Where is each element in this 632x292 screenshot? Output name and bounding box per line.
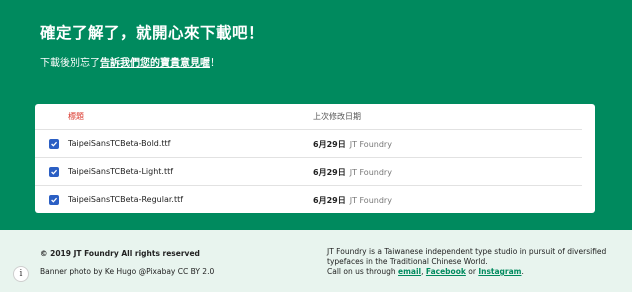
feedback-prompt-prefix: 下載後別忘了 [40, 58, 100, 69]
file-name[interactable]: TaipeiSansTCBeta-Bold.ttf [68, 139, 171, 148]
file-name[interactable]: TaipeiSansTCBeta-Regular.ttf [68, 195, 183, 204]
file-name[interactable]: TaipeiSansTCBeta-Light.ttf [68, 167, 173, 176]
contact-separator: or [465, 267, 479, 276]
banner-credit: Banner photo by Ke Hugo @Pixabay CC BY 2… [40, 267, 215, 276]
contact-suffix: . [521, 267, 524, 276]
file-row[interactable]: TaipeiSansTCBeta-Bold.ttf 6月29日 JT Foundr… [35, 130, 582, 158]
modified-date: 6月29日 [313, 196, 346, 205]
copyright-text: © 2019 JT Foundry All rights reserved [40, 249, 200, 258]
file-list-card: 標題 上次修改日期 TaipeiSansTCBeta-Bold.ttf 6月29… [35, 104, 595, 213]
modified-owner: JT Foundry [349, 168, 392, 177]
instagram-link[interactable]: Instagram [478, 267, 521, 276]
feedback-link[interactable]: 告訴我們您的寶貴意見喔 [100, 58, 210, 69]
file-modified: 6月29日 JT Foundry [313, 195, 392, 206]
column-header-title[interactable]: 標題 [68, 111, 84, 122]
studio-description: JT Foundry is a Taiwanese independent ty… [327, 247, 607, 266]
email-link[interactable]: email [398, 267, 421, 276]
modified-date: 6月29日 [313, 168, 346, 177]
file-row[interactable]: TaipeiSansTCBeta-Light.ttf 6月29日 JT Found… [35, 158, 582, 186]
contact-prefix: Call on us through [327, 267, 399, 276]
file-row[interactable]: TaipeiSansTCBeta-Regular.ttf 6月29日 JT Fou… [35, 186, 582, 213]
checkbox-checked-icon[interactable] [49, 195, 59, 205]
modified-date: 6月29日 [313, 140, 346, 149]
modified-owner: JT Foundry [349, 140, 392, 149]
checkbox-checked-icon[interactable] [49, 167, 59, 177]
feedback-prompt-suffix: ！ [210, 58, 220, 69]
file-modified: 6月29日 JT Foundry [313, 139, 392, 150]
facebook-link[interactable]: Facebook [426, 267, 466, 276]
checkbox-checked-icon[interactable] [49, 139, 59, 149]
page-title: 確定了解了，就開心來下載吧！ [40, 24, 265, 42]
column-header-modified[interactable]: 上次修改日期 [313, 111, 361, 122]
modified-owner: JT Foundry [349, 196, 392, 205]
studio-about: JT Foundry is a Taiwanese independent ty… [327, 247, 617, 277]
info-icon[interactable]: i [13, 266, 29, 282]
file-modified: 6月29日 JT Foundry [313, 167, 392, 178]
contact-line: Call on us through email, Facebook or In… [327, 267, 617, 277]
file-list-header: 標題 上次修改日期 [35, 104, 582, 130]
feedback-prompt: 下載後別忘了告訴我們您的寶貴意見喔！ [40, 54, 220, 69]
